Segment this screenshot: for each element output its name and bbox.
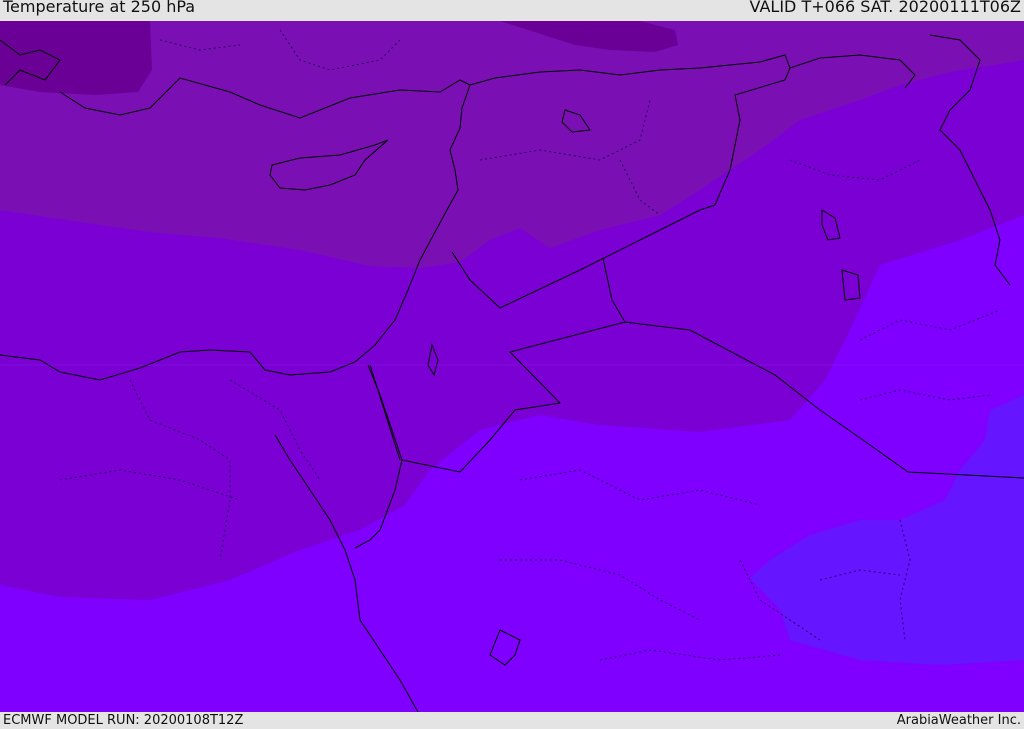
temperature-map[interactable] xyxy=(0,21,1024,712)
model-run-label: ECMWF MODEL RUN: 20200108T12Z xyxy=(3,713,244,728)
map-header: Temperature at 250 hPa VALID T+066 SAT. … xyxy=(0,0,1024,21)
map-canvas xyxy=(0,21,1024,712)
temperature-band-coldest xyxy=(0,21,152,95)
map-footer: ECMWF MODEL RUN: 20200108T12Z ArabiaWeat… xyxy=(0,712,1024,729)
map-title: Temperature at 250 hPa xyxy=(3,0,196,16)
valid-time-label: VALID T+066 SAT. 20200111T06Z xyxy=(749,0,1021,16)
credit-label: ArabiaWeather Inc. xyxy=(896,713,1021,728)
